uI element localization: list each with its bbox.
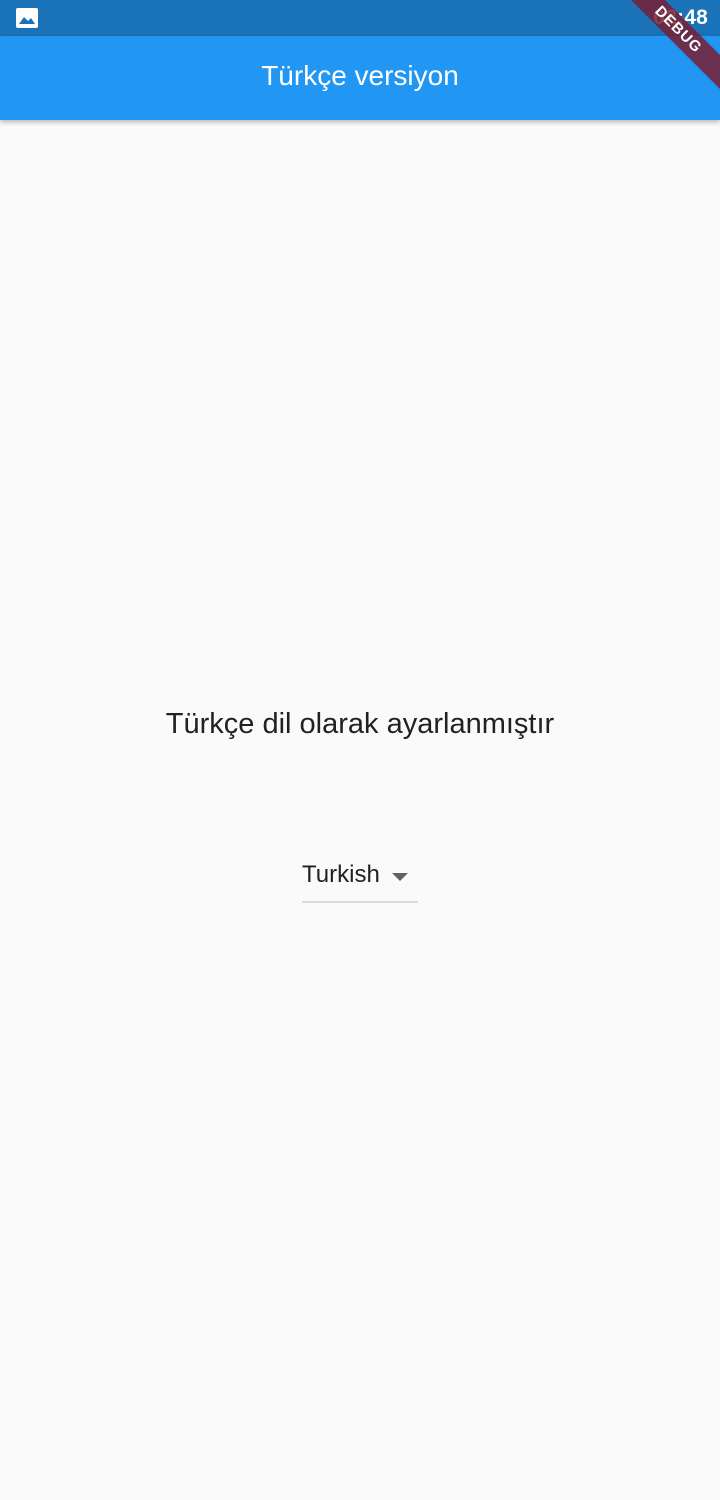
language-dropdown[interactable]: Turkish xyxy=(302,856,418,903)
status-bar: 02:48 xyxy=(0,0,720,36)
app-bar: Türkçe versiyon xyxy=(0,36,720,120)
language-dropdown-value: Turkish xyxy=(302,861,380,888)
app-screen: 02:48 Türkçe versiyon DEBUG Türkçe dil o… xyxy=(0,0,720,1500)
image-icon xyxy=(16,8,38,28)
language-set-message: Türkçe dil olarak ayarlanmıştır xyxy=(165,708,555,740)
status-time: 02:48 xyxy=(653,6,708,29)
app-bar-title: Türkçe versiyon xyxy=(261,60,459,91)
arrow-drop-down-icon xyxy=(392,873,408,881)
